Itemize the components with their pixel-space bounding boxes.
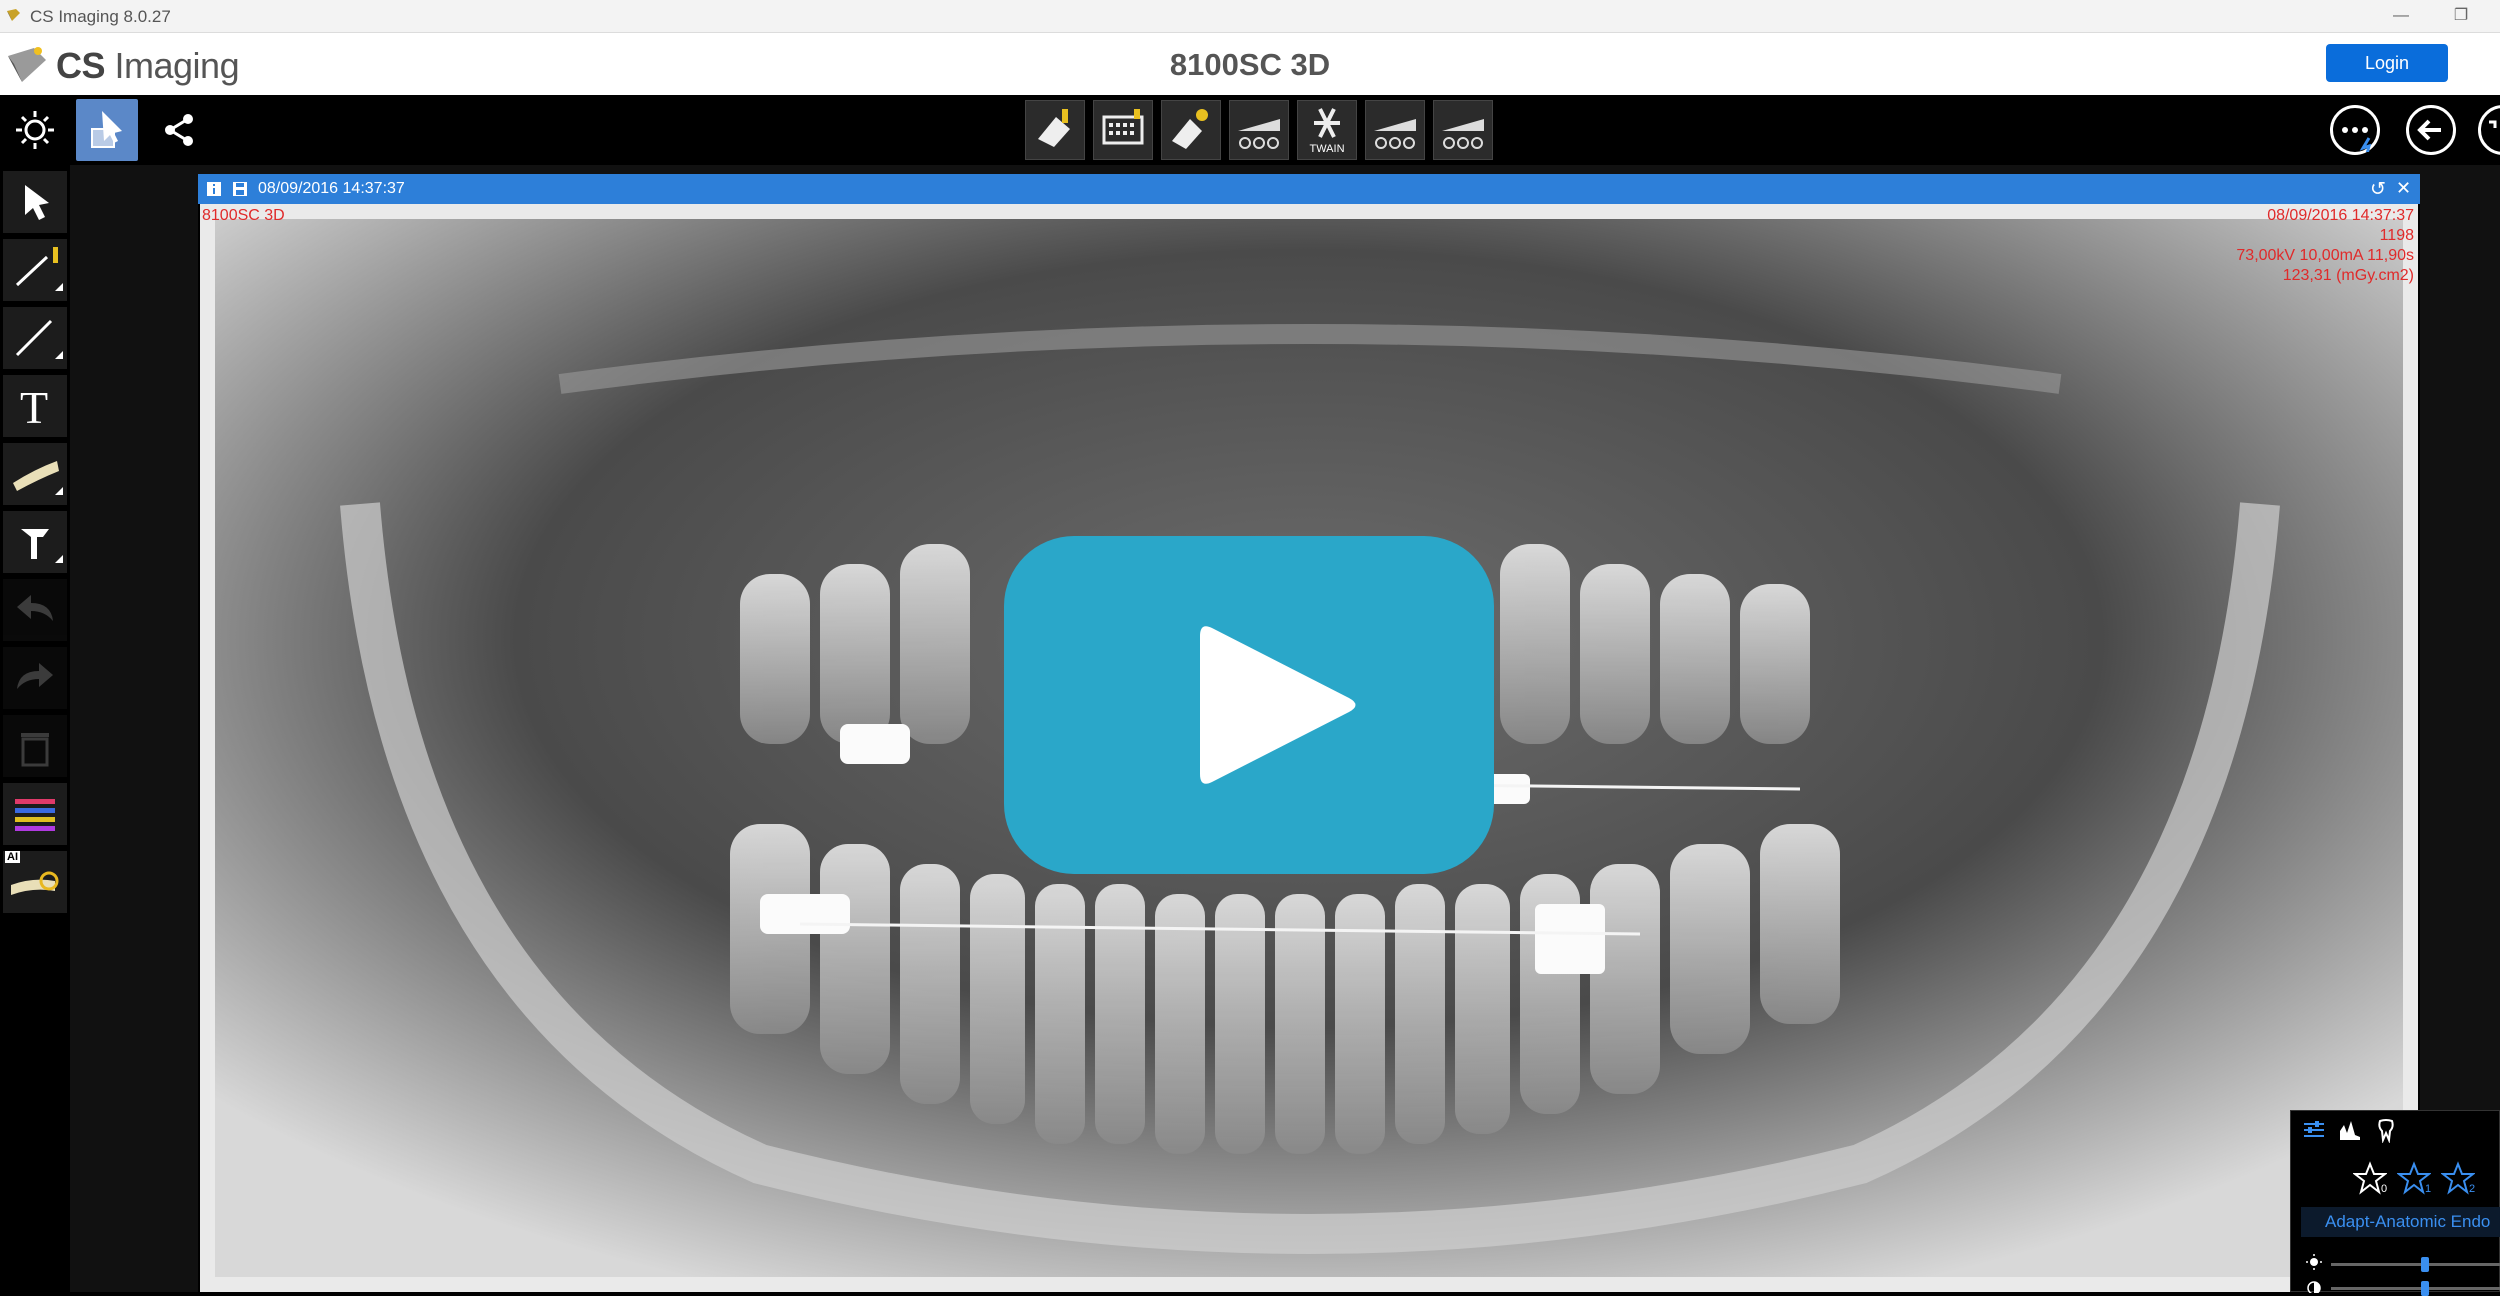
info-icon[interactable] (206, 181, 222, 197)
cursor-icon (25, 185, 49, 220)
brightness-small-icon (2306, 1254, 2322, 1270)
restore-button[interactable]: ❐ (2446, 4, 2476, 28)
refresh-icon[interactable]: ↺ (2370, 178, 2386, 201)
more-options-button[interactable] (2330, 105, 2380, 155)
ruler-icon (15, 247, 63, 291)
share-icon (165, 114, 193, 146)
redo-icon (17, 663, 53, 689)
window-title-bar: CS Imaging 8.0.27 — ❐ (0, 0, 2500, 33)
panoramic-icon (1442, 119, 1484, 149)
twain-icon (1314, 108, 1340, 138)
window-title: CS Imaging 8.0.27 (30, 7, 171, 26)
back-button[interactable] (2406, 105, 2456, 155)
fullscreen-icon (2489, 120, 2497, 128)
undo-tool[interactable] (3, 579, 67, 641)
acquire-intraoral-button[interactable] (1025, 100, 1085, 160)
login-button[interactable]: Login (2326, 44, 2448, 82)
preset-star-0-label: 0 (2381, 1183, 2388, 1195)
image-overlay-device: 8100SC 3D (202, 207, 285, 224)
undo-icon (17, 595, 53, 621)
preset-star-1-label: 1 (2425, 1183, 2432, 1195)
kebab-menu-icon[interactable]: ⋮ (2488, 47, 2500, 79)
phosphor-scanner-icon (1102, 109, 1144, 145)
save-icon[interactable] (232, 181, 248, 197)
acquire-panoramic-button[interactable] (1229, 100, 1289, 160)
jaw-tool[interactable] (3, 443, 67, 505)
overlay-id: 1198 (2379, 227, 2414, 244)
color-lines-icon (15, 799, 55, 831)
pointer-tool[interactable] (3, 171, 67, 233)
delete-tool[interactable] (3, 715, 67, 777)
tooth-icon[interactable] (2373, 1117, 2399, 1143)
share-button[interactable] (148, 99, 210, 161)
sensor-settings-icon (1172, 109, 1208, 149)
device-title: 8100SC 3D (1169, 47, 1331, 82)
minimize-button[interactable]: — (2386, 4, 2416, 28)
line-icon (15, 319, 63, 359)
trash-icon (21, 733, 49, 767)
twain-label: TWAIN (1309, 143, 1345, 155)
color-tool[interactable] (3, 783, 67, 845)
preset-label[interactable]: Adapt-Anatomic Endo (2301, 1207, 2500, 1237)
acquire-panoramic-2-button[interactable] (1365, 100, 1425, 160)
text-tool[interactable]: T (3, 375, 67, 437)
app-header: CS Imaging 8100SC 3D Login ⋮ (0, 33, 2500, 95)
sun-icon (16, 111, 54, 149)
measure-calibrated-tool[interactable] (3, 239, 67, 301)
line-tool[interactable] (3, 307, 67, 369)
fullscreen-button[interactable] (2478, 105, 2500, 155)
left-tool-panel: T AI (0, 165, 70, 1292)
more-icon (2342, 127, 2372, 155)
overlay-exposure: 73,00kV 10,00mA 11,90s (2236, 247, 2414, 264)
text-icon: T (20, 382, 49, 433)
sensor-icon (1038, 109, 1070, 147)
arrow-left-icon (2417, 119, 2441, 141)
app-icon (7, 9, 20, 21)
contrast-slider-knob[interactable] (2421, 1281, 2429, 1296)
image-adjust-panel: 0 1 2 Adapt-Anatomic Endo (2290, 1110, 2500, 1296)
select-tool-button[interactable] (76, 99, 138, 161)
acquire-sensor-settings-button[interactable] (1161, 100, 1221, 160)
ai-tool[interactable]: AI (3, 851, 67, 913)
brightness-slider[interactable] (2331, 1257, 2500, 1272)
overlay-dose: 123,31 (mGy.cm2) (2282, 267, 2414, 284)
contrast-small-icon (2307, 1281, 2321, 1293)
redo-tool[interactable] (3, 647, 67, 709)
jaw-icon (13, 461, 63, 495)
main-toolbar: TWAIN (0, 95, 2500, 165)
contrast-slider[interactable] (2331, 1281, 2500, 1296)
acquire-panoramic-3-button[interactable] (1433, 100, 1493, 160)
image-title-bar: 08/09/2016 14:37:37 ↺ ✕ (198, 174, 2420, 204)
panoramic-icon (1374, 119, 1416, 149)
image-select-icon (91, 111, 122, 148)
close-icon[interactable]: ✕ (2396, 178, 2411, 199)
brightness-tool-button[interactable] (4, 99, 66, 161)
twain-button[interactable]: TWAIN (1297, 100, 1357, 160)
video-play-button[interactable] (1004, 536, 1494, 874)
play-icon (1200, 626, 1356, 784)
image-date: 08/09/2016 14:37:37 (258, 180, 405, 197)
settings-icon[interactable] (2301, 1117, 2327, 1143)
implant-icon (21, 529, 63, 563)
ai-badge: AI (5, 851, 20, 863)
implant-tool[interactable] (3, 511, 67, 573)
image-overlay-info: 08/09/2016 14:37:37 1198 73,00kV 10,00mA… (2236, 206, 2414, 286)
overlay-date: 08/09/2016 14:37:37 (2267, 207, 2414, 224)
brightness-slider-knob[interactable] (2421, 1257, 2429, 1272)
preset-star-2-label: 2 (2469, 1183, 2476, 1195)
histogram-icon[interactable] (2337, 1117, 2363, 1143)
panoramic-icon (1238, 119, 1280, 149)
acquire-scanner-button[interactable] (1093, 100, 1153, 160)
